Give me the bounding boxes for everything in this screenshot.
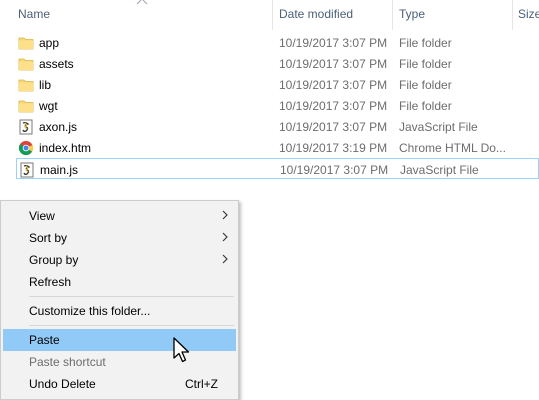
file-name: wgt [39,99,58,113]
chevron-right-icon [222,254,228,264]
file-date: 10/19/2017 3:07 PM [279,36,388,50]
file-date: 10/19/2017 3:07 PM [279,57,388,71]
column-divider[interactable] [272,0,273,30]
file-name: axon.js [39,120,78,134]
menu-item-refresh[interactable]: Refresh [3,271,236,293]
menu-item-label: Undo Delete [29,377,96,391]
chevron-right-icon [222,232,228,242]
menu-item-undo-delete[interactable]: Undo Delete Ctrl+Z [3,373,236,395]
column-header-size[interactable]: Size [518,7,539,21]
file-date: 10/19/2017 3:07 PM [279,120,388,134]
folder-icon [18,58,34,71]
file-type: File folder [399,57,452,71]
column-header-name[interactable]: Name [18,7,50,21]
file-name: main.js [40,163,79,177]
file-type: File folder [399,36,452,50]
file-row-axon-js[interactable]: axon.js 10/19/2017 3:07 PM JavaScript Fi… [16,116,539,137]
menu-item-label: Refresh [29,275,72,289]
menu-item-label: Paste [29,333,60,347]
file-type: File folder [399,78,452,92]
file-row-app[interactable]: app 10/19/2017 3:07 PM File folder [16,32,539,53]
javascript-file-icon [20,162,34,178]
file-date: 10/19/2017 3:07 PM [280,163,389,177]
file-row-lib[interactable]: lib 10/19/2017 3:07 PM File folder [16,74,539,95]
file-date: 10/19/2017 3:19 PM [279,141,388,155]
file-type: JavaScript File [400,163,479,177]
column-header-bar: Name Date modified Type Size [0,0,539,30]
file-date: 10/19/2017 3:07 PM [279,99,388,113]
menu-separator [29,296,234,297]
menu-item-label: Customize this folder... [29,304,151,318]
file-date: 10/19/2017 3:07 PM [279,78,388,92]
menu-item-group-by[interactable]: Group by [3,249,236,271]
folder-icon [18,100,34,113]
file-name: lib [39,78,52,92]
file-row-index-htm[interactable]: index.htm 10/19/2017 3:19 PM Chrome HTML… [16,137,539,158]
file-name: assets [39,57,74,71]
menu-item-paste-shortcut[interactable]: Paste shortcut [3,351,236,373]
file-row-main-js[interactable]: main.js 10/19/2017 3:07 PM JavaScript Fi… [16,158,539,179]
menu-item-label: Sort by [29,231,68,245]
column-header-date-modified[interactable]: Date modified [279,7,353,21]
sort-ascending-icon [136,0,148,5]
file-name: app [39,36,60,50]
menu-item-label: Paste shortcut [29,355,106,369]
menu-item-customize-folder[interactable]: Customize this folder... [3,300,236,322]
file-type: Chrome HTML Do... [399,141,506,155]
menu-item-shortcut: Ctrl+Z [185,377,218,391]
folder-icon [18,79,34,92]
menu-item-sort-by[interactable]: Sort by [3,227,236,249]
column-divider[interactable] [512,0,513,30]
file-name: index.htm [39,141,92,155]
menu-separator [29,325,234,326]
chrome-icon [18,141,34,156]
javascript-file-icon [19,119,33,135]
file-type: File folder [399,99,452,113]
menu-item-paste[interactable]: Paste [3,329,236,351]
menu-item-label: Group by [29,253,79,267]
folder-icon [18,37,34,50]
column-header-type[interactable]: Type [399,7,425,21]
chevron-right-icon [222,210,228,220]
file-type: JavaScript File [399,120,478,134]
menu-item-label: View [29,209,55,223]
column-divider[interactable] [392,0,393,30]
file-row-wgt[interactable]: wgt 10/19/2017 3:07 PM File folder [16,95,539,116]
mouse-pointer-icon [173,337,190,363]
menu-item-view[interactable]: View [3,205,236,227]
context-menu: View Sort by Group by Refresh Customize … [0,200,239,400]
file-row-assets[interactable]: assets 10/19/2017 3:07 PM File folder [16,53,539,74]
